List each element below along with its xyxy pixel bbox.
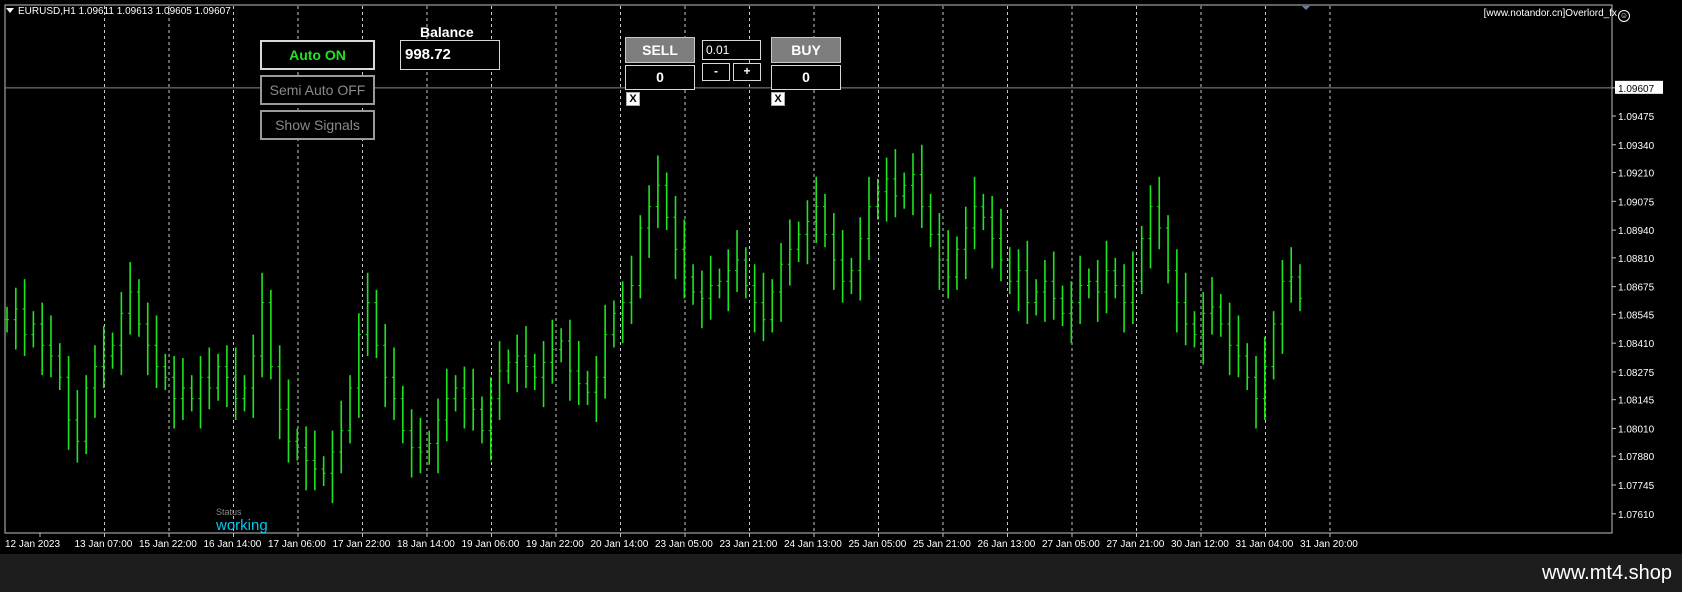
chart-canvas: 1.09607 1.09475 1.09340 1.09210 1.09075 1.089… — [4, 4, 1663, 550]
y-tick-label: 1.09607 — [1618, 84, 1655, 95]
x-tick-label: 27 Jan 05:00 — [1042, 539, 1100, 550]
y-tick-label: 1.08010 — [1618, 424, 1655, 435]
buy-button[interactable]: BUY — [771, 37, 841, 63]
y-tick-label: 1.08275 — [1618, 368, 1655, 379]
y-tick-label: 1.07880 — [1618, 452, 1655, 463]
lot-plus-button[interactable]: + — [733, 63, 761, 81]
buy-count: 0 — [771, 65, 841, 90]
x-tick-label: 16 Jan 14:00 — [204, 539, 262, 550]
y-tick-label: 1.09210 — [1618, 169, 1655, 180]
auto-on-button[interactable]: Auto ON — [260, 40, 375, 70]
y-tick-label: 1.08675 — [1618, 283, 1655, 294]
y-tick-label: 1.09475 — [1618, 112, 1655, 123]
y-tick-label: 1.07745 — [1618, 481, 1655, 492]
smiley-icon: ☺ — [1618, 10, 1630, 22]
x-tick-label: 31 Jan 20:00 — [1300, 539, 1358, 550]
watermark-text: www.mt4.shop — [1541, 562, 1672, 584]
y-tick-label: 1.09340 — [1618, 141, 1655, 152]
x-tick-label: 26 Jan 13:00 — [978, 539, 1036, 550]
x-tick-label: 27 Jan 21:00 — [1107, 539, 1165, 550]
bottom-bar: www.mt4.shop — [0, 554, 1682, 592]
status-label: Status — [216, 507, 242, 517]
x-tick-label: 23 Jan 05:00 — [655, 539, 713, 550]
x-tick-label: 19 Jan 22:00 — [526, 539, 584, 550]
dropdown-triangle-icon[interactable] — [6, 8, 14, 13]
price-chart[interactable]: 1.09607 1.09475 1.09340 1.09210 1.09075 1.089… — [0, 0, 1682, 554]
show-signals-button[interactable]: Show Signals — [260, 110, 375, 140]
balance-title: Balance — [420, 24, 474, 40]
y-tick-label: 1.08545 — [1618, 310, 1655, 321]
balance-value: 998.72 — [400, 40, 500, 70]
x-tick-label: 25 Jan 05:00 — [849, 539, 907, 550]
symbol-header: EURUSD,H1 1.09611 1.09613 1.09605 1.0960… — [6, 6, 231, 17]
brand-label: [www.notandor.cn]Overlord_fx ☺ — [1484, 8, 1630, 22]
x-tick-label: 13 Jan 07:00 — [75, 539, 133, 550]
lot-minus-button[interactable]: - — [702, 63, 730, 81]
x-tick-label: 24 Jan 13:00 — [784, 539, 842, 550]
x-tick-label: 19 Jan 06:00 — [462, 539, 520, 550]
x-tick-label: 15 Jan 22:00 — [139, 539, 197, 550]
x-tick-label: 17 Jan 22:00 — [333, 539, 391, 550]
sell-button[interactable]: SELL — [625, 37, 695, 63]
x-tick-label: 18 Jan 14:00 — [397, 539, 455, 550]
x-tick-label: 17 Jan 06:00 — [268, 539, 326, 550]
semi-auto-button[interactable]: Semi Auto OFF — [260, 75, 375, 105]
lot-size-input[interactable] — [702, 40, 761, 60]
x-tick-label: 30 Jan 12:00 — [1171, 539, 1229, 550]
y-tick-label: 1.09075 — [1618, 197, 1655, 208]
x-tick-label: 31 Jan 04:00 — [1236, 539, 1294, 550]
y-tick-label: 1.08810 — [1618, 254, 1655, 265]
x-tick-label: 20 Jan 14:00 — [591, 539, 649, 550]
sell-count: 0 — [625, 65, 695, 90]
shift-marker-icon — [1302, 6, 1310, 10]
x-tick-label: 12 Jan 2023 — [5, 539, 60, 550]
y-tick-label: 1.08410 — [1618, 339, 1655, 350]
y-tick-label: 1.08940 — [1618, 226, 1655, 237]
y-tick-label: 1.07610 — [1618, 510, 1655, 521]
brand-text: [www.notandor.cn]Overlord_fx — [1483, 8, 1617, 19]
status-value: working — [216, 517, 268, 534]
x-tick-label: 23 Jan 21:00 — [720, 539, 778, 550]
x-tick-label: 25 Jan 21:00 — [913, 539, 971, 550]
symbol-info-text: EURUSD,H1 1.09611 1.09613 1.09605 1.0960… — [18, 6, 231, 17]
close-buy-checkbox[interactable]: X — [771, 92, 785, 106]
y-tick-label: 1.08145 — [1618, 396, 1655, 407]
close-sell-checkbox[interactable]: X — [626, 92, 640, 106]
